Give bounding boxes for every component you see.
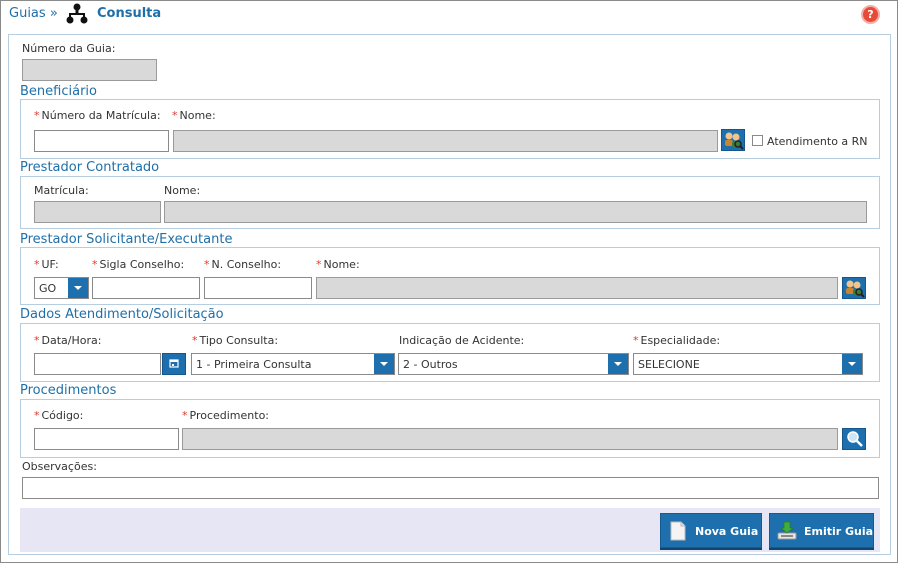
required-marker: * [192,334,198,347]
section-dados-atendimento: * Data/Hora: * Tipo Consulta: Indicação de… [20,323,880,382]
codigo-input[interactable] [34,428,179,450]
especialidade-select[interactable]: SELECIONE [633,353,863,375]
uf-select-value: GO [39,282,57,295]
emitir-guia-label: Emitir Guia [804,525,874,538]
sigla-conselho-input[interactable] [92,277,200,299]
section-beneficiario: * Número da Matrícula: * Nome: Atendimento… [20,99,880,159]
data-hora-label-text: Data/Hora: [41,334,102,347]
section-procedimentos: * Código: * Procedimento: [20,399,880,458]
help-icon[interactable]: ? [861,5,880,24]
contratado-matricula-field[interactable] [34,201,161,223]
solicitante-nome-label-text: Nome: [323,258,360,271]
required-marker: * [34,334,40,347]
sigla-conselho-label-text: Sigla Conselho: [99,258,185,271]
procedimento-label: * Procedimento: [182,409,269,422]
atendimento-rn-label: Atendimento a RN [767,135,868,148]
indicacao-acidente-value: 2 - Outros [403,358,458,371]
especialidade-label: * Especialidade: [633,334,720,347]
contratado-matricula-label: Matrícula: [34,184,89,197]
codigo-label-text: Código: [41,409,84,422]
n-conselho-input[interactable] [204,277,312,299]
procedimento-field[interactable] [182,428,838,450]
new-document-icon [670,521,686,541]
required-marker: * [34,258,40,271]
contratado-nome-label: Nome: [164,184,201,197]
uf-select[interactable]: GO [34,277,89,299]
observacoes-label: Observações: [22,460,97,473]
calendar-icon [169,359,179,368]
required-marker: * [34,109,40,122]
required-marker: * [633,334,639,347]
sigla-conselho-label: * Sigla Conselho: [92,258,184,271]
uf-label: * UF: [34,258,59,271]
tipo-consulta-select[interactable]: 1 - Primeira Consulta [191,353,395,375]
required-marker: * [182,409,188,422]
uf-label-text: UF: [41,258,59,271]
procedimento-label-text: Procedimento: [189,409,270,422]
calendar-button[interactable] [162,353,186,375]
page-title: Consulta [97,6,162,21]
nova-guia-button[interactable]: Nova Guia [660,513,762,548]
tipo-consulta-value: 1 - Primeira Consulta [196,358,312,371]
people-search-icon [846,280,865,298]
chevron-down-icon [68,278,88,298]
numero-guia-field[interactable] [22,59,157,81]
chevron-down-icon [374,354,394,374]
atendimento-rn-checkbox[interactable] [752,135,763,146]
search-procedimento-button[interactable] [842,428,866,450]
page-header: Guias » Consulta ? [1,1,897,29]
numero-guia-label: Número da Guia: [22,42,116,55]
data-hora-label: * Data/Hora: [34,334,101,347]
section-beneficiario-title: Beneficiário [20,84,97,99]
required-marker: * [204,258,210,271]
breadcrumb-separator: » [49,6,58,21]
breadcrumb-link-guias[interactable]: Guias [9,6,46,21]
action-toolbar: Nova Guia Emitir Guia [20,508,880,552]
hierarchy-icon [66,3,88,24]
section-prestador-contratado: Matrícula: Nome: [20,176,880,229]
n-conselho-label-text: N. Conselho: [211,258,282,271]
magnifier-icon [847,431,863,447]
data-hora-input[interactable] [34,353,161,375]
people-search-icon [725,132,744,150]
beneficiario-nome-field[interactable] [173,130,718,152]
especialidade-value: SELECIONE [638,358,700,371]
breadcrumb: Guias » [9,6,58,21]
n-conselho-label: * N. Conselho: [204,258,281,271]
codigo-label: * Código: [34,409,83,422]
section-dados-atendimento-title: Dados Atendimento/Solicitação [20,307,224,322]
solicitante-nome-label: * Nome: [316,258,360,271]
section-procedimentos-title: Procedimentos [20,383,117,398]
required-marker: * [316,258,322,271]
matricula-label-text: Número da Matrícula: [41,109,161,122]
solicitante-nome-field[interactable] [316,277,838,299]
nome-label: * Nome: [172,109,216,122]
nome-label-text: Nome: [179,109,216,122]
section-prestador-solicitante: * UF: * Sigla Conselho: * N. Conselho: * Nom… [20,247,880,305]
tipo-consulta-label: * Tipo Consulta: [192,334,278,347]
observacoes-input[interactable] [22,477,879,499]
nova-guia-label: Nova Guia [695,525,759,538]
section-prestador-contratado-title: Prestador Contratado [20,160,160,175]
matricula-input[interactable] [34,130,169,152]
search-beneficiario-button[interactable] [721,129,745,151]
required-marker: * [172,109,178,122]
required-marker: * [34,409,40,422]
matricula-label: * Número da Matrícula: [34,109,161,122]
chevron-down-icon [608,354,628,374]
chevron-down-icon [842,354,862,374]
tipo-consulta-label-text: Tipo Consulta: [199,334,279,347]
search-solicitante-button[interactable] [842,277,866,299]
indicacao-acidente-label: Indicação de Acidente: [399,334,525,347]
especialidade-label-text: Especialidade: [640,334,721,347]
indicacao-acidente-select[interactable]: 2 - Outros [398,353,629,375]
emitir-guia-button[interactable]: Emitir Guia [769,513,874,548]
section-prestador-solicitante-title: Prestador Solicitante/Executante [20,232,233,247]
required-marker: * [92,258,98,271]
contratado-nome-field[interactable] [164,201,867,223]
print-download-icon [777,521,797,540]
guia-consulta-window: Guias » Consulta ? Número da Guia: Benef… [0,0,898,563]
form-container: Número da Guia: Beneficiário * Número da … [8,34,891,555]
